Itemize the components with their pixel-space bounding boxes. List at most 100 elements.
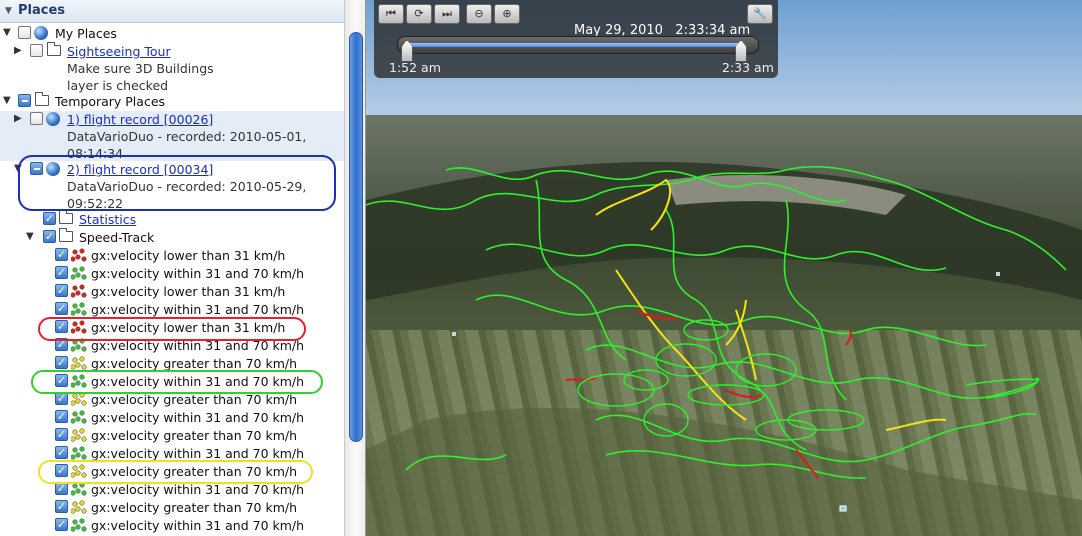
globe-icon xyxy=(46,112,60,126)
folder-icon xyxy=(47,42,61,56)
track-segment xyxy=(405,454,507,471)
desc-line: DataVarioDuo - recorded: 2010-05-01, xyxy=(67,129,307,144)
collapsed-triangle-icon[interactable]: ▶ xyxy=(14,45,22,56)
checkbox-checked[interactable]: ✓ xyxy=(55,356,68,369)
time-slider-track[interactable] xyxy=(397,36,759,54)
yellow-track-icon xyxy=(71,356,87,370)
speed-segment-label: gx:velocity within 31 and 70 km/h xyxy=(91,302,305,317)
collapse-triangle-icon[interactable]: ▼ xyxy=(5,6,12,16)
track-segment xyxy=(595,178,671,231)
checkbox-checked[interactable]: ✓ xyxy=(55,428,68,441)
track-segment xyxy=(485,243,947,271)
tree-item-speed-track[interactable]: ▼ ✓ Speed-Track xyxy=(0,228,344,247)
green-track-icon xyxy=(71,302,87,316)
track-loop xyxy=(643,403,689,437)
statistics-link[interactable]: Statistics xyxy=(79,212,136,227)
checkbox-checked[interactable]: ✓ xyxy=(43,230,56,243)
speed-segment-item[interactable]: ✓ gx:velocity within 31 and 70 km/h xyxy=(0,265,344,283)
yellow-highlight-ring xyxy=(38,460,313,484)
track-segment xyxy=(845,329,852,346)
scrollbar[interactable] xyxy=(344,0,365,536)
green-track-icon xyxy=(71,482,87,496)
zoom-out-time-icon[interactable]: ⊖ xyxy=(466,4,492,24)
speed-segment-item[interactable]: ✓ gx:velocity greater than 70 km/h xyxy=(0,499,344,517)
speed-segment-label: gx:velocity greater than 70 km/h xyxy=(91,500,298,515)
checkbox-checked[interactable]: ✓ xyxy=(43,212,56,225)
green-track-icon xyxy=(71,410,87,424)
checkbox[interactable] xyxy=(30,112,43,125)
speed-segment-label: gx:velocity lower than 31 km/h xyxy=(91,248,286,263)
skip-forward-button[interactable]: ⏭ xyxy=(434,4,460,24)
expand-triangle-icon[interactable]: ▼ xyxy=(3,27,11,38)
time-end-label: 2:33 am xyxy=(722,60,774,75)
checkbox-checked[interactable]: ✓ xyxy=(55,266,68,279)
checkbox-checked[interactable]: ✓ xyxy=(55,446,68,459)
scrollbar-thumb[interactable] xyxy=(349,32,363,442)
flight-track xyxy=(366,165,1067,479)
track-loop xyxy=(735,353,797,387)
speed-segment-item[interactable]: ✓ gx:velocity within 31 and 70 km/h xyxy=(0,409,344,427)
speed-track-label: Speed-Track xyxy=(79,230,155,245)
speed-segment-item[interactable]: ✓ gx:velocity greater than 70 km/h xyxy=(0,427,344,445)
tree-item-sightseeing-tour[interactable]: ▶ Sightseeing Tour xyxy=(0,42,344,61)
speed-segment-label: gx:velocity lower than 31 km/h xyxy=(91,284,286,299)
expand-triangle-icon[interactable]: ▼ xyxy=(3,95,11,106)
track-segment xyxy=(965,378,1040,399)
checkbox[interactable] xyxy=(30,44,43,57)
earth-3d-view[interactable] xyxy=(366,0,1082,536)
sightseeing-note: Make sure 3D Buildings layer is checked xyxy=(67,60,214,94)
checkbox-checked[interactable]: ✓ xyxy=(55,302,68,315)
track-loop xyxy=(787,409,865,431)
yellow-track-icon xyxy=(71,500,87,514)
zoom-in-time-icon[interactable]: ⊕ xyxy=(494,4,520,24)
speed-segment-label: gx:velocity within 31 and 70 km/h xyxy=(91,518,305,533)
time-start-label: 1:52 am xyxy=(389,60,441,75)
play-loop-button[interactable]: ⟳ xyxy=(406,4,432,24)
wrench-settings-icon[interactable]: 🔧 xyxy=(747,4,773,24)
tree-item-statistics[interactable]: ✓ Statistics xyxy=(0,210,344,229)
track-segment xyxy=(366,165,1067,271)
checkbox[interactable] xyxy=(18,26,31,39)
yellow-track-icon xyxy=(71,428,87,442)
yellow-track-icon xyxy=(71,392,87,406)
red-track-icon xyxy=(71,248,87,262)
skip-back-button[interactable]: ⏮ xyxy=(378,4,404,24)
checkbox-checked[interactable]: ✓ xyxy=(55,284,68,297)
checkbox-checked[interactable]: ✓ xyxy=(55,248,68,261)
track-segment xyxy=(725,389,762,399)
folder-open-icon xyxy=(59,228,73,242)
places-header[interactable]: ▼ Places xyxy=(0,0,344,23)
track-loop xyxy=(687,384,765,406)
checkbox-checked[interactable]: ✓ xyxy=(55,500,68,513)
speed-segment-item[interactable]: ✓ gx:velocity lower than 31 km/h xyxy=(0,283,344,301)
green-track-icon xyxy=(71,266,87,280)
sightseeing-tour-link[interactable]: Sightseeing Tour xyxy=(67,44,171,59)
speed-segment-label: gx:velocity greater than 70 km/h xyxy=(91,428,298,443)
tree-item-my-places[interactable]: ▼ My Places xyxy=(0,25,344,43)
places-panel: ▼ Places ▼ My Places ▶ Sightseeing Tour … xyxy=(0,0,366,536)
track-segment xyxy=(535,179,627,361)
checkbox-mixed[interactable] xyxy=(18,94,31,107)
speed-segment-label: gx:velocity greater than 70 km/h xyxy=(91,392,298,407)
tree-item-flight-record-1[interactable]: ▶ 1) flight record [00026] DataVarioDuo … xyxy=(0,111,344,161)
red-track-icon xyxy=(71,284,87,298)
checkbox-checked[interactable]: ✓ xyxy=(55,518,68,531)
speed-segment-label: gx:velocity within 31 and 70 km/h xyxy=(91,266,305,281)
flight-record-1-link[interactable]: 1) flight record [00026] xyxy=(67,112,213,127)
speed-segment-item[interactable]: ✓ gx:velocity within 31 and 70 km/h xyxy=(0,517,344,535)
collapsed-triangle-icon[interactable]: ▶ xyxy=(14,113,22,124)
globe-icon xyxy=(34,26,48,40)
checkbox-checked[interactable]: ✓ xyxy=(55,410,68,423)
green-highlight-ring xyxy=(31,370,323,394)
note-line: Make sure 3D Buildings xyxy=(67,61,214,76)
green-track-icon xyxy=(71,446,87,460)
tree-item-temporary-places[interactable]: ▼ Temporary Places xyxy=(0,92,344,111)
speed-segment-label: gx:velocity greater than 70 km/h xyxy=(91,356,298,371)
places-title: Places xyxy=(18,3,66,18)
time-range-fill xyxy=(404,43,744,47)
speed-segment-item[interactable]: ✓ gx:velocity lower than 31 km/h xyxy=(0,247,344,265)
expand-triangle-icon[interactable]: ▼ xyxy=(26,231,34,242)
blue-highlight-ring xyxy=(18,155,336,211)
red-highlight-ring xyxy=(38,317,306,341)
green-track-icon xyxy=(71,518,87,532)
